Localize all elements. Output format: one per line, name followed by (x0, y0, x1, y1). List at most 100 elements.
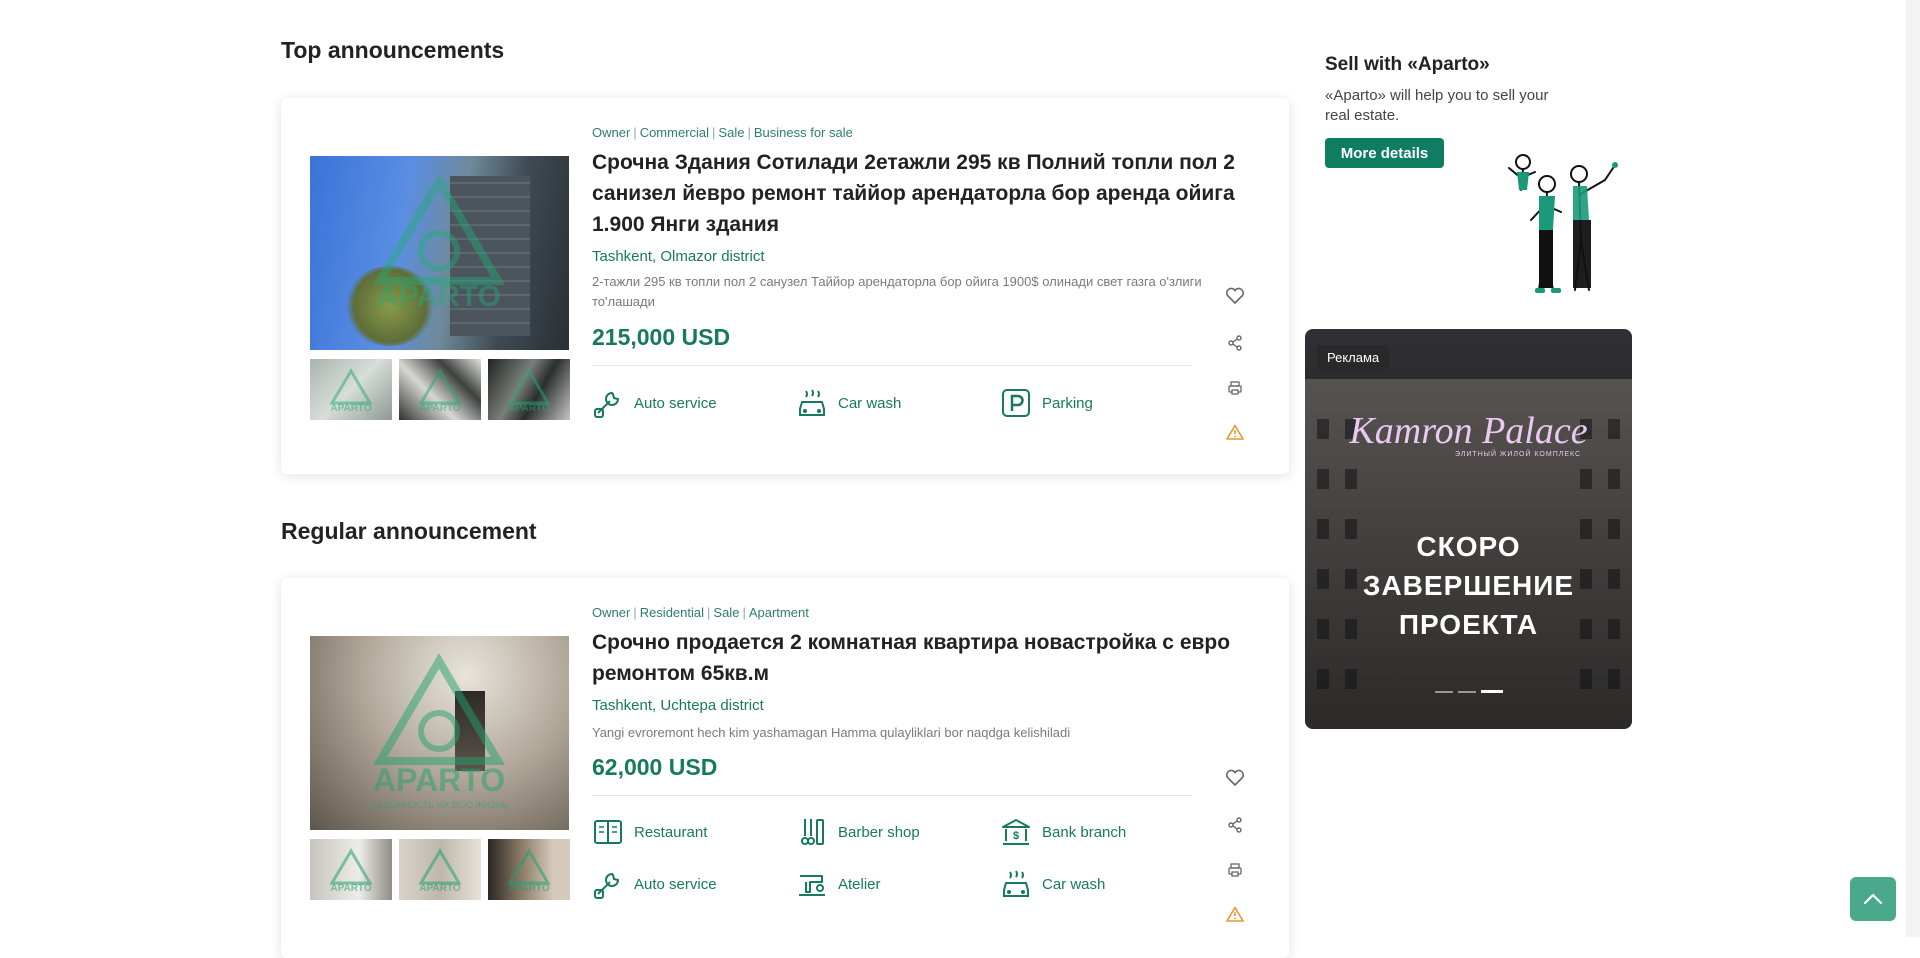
listing-thumbnail[interactable]: APARTO (310, 359, 392, 420)
tag-category[interactable]: Residential (640, 605, 704, 620)
listing-title[interactable]: Срочна Здания Сотилади 2етажли 295 кв По… (592, 147, 1257, 240)
tag-owner[interactable]: Owner (592, 605, 630, 620)
advertisement-banner[interactable]: Реклама Kamron Palace ЭЛИТНЫЙ ЖИЛОЙ КОМП… (1305, 329, 1632, 729)
listing-location: Tashkent, Uchtepa district (592, 697, 764, 714)
amenity-auto-service: Auto service (592, 387, 717, 419)
amenity-car-wash: Car wash (796, 387, 901, 419)
listing-card[interactable]: APARTO APARTO APARTO APARTO Owner | Commer… (281, 98, 1289, 474)
svg-text:APARTO: APARTO (508, 403, 550, 414)
print-button[interactable] (1223, 858, 1247, 882)
listing-thumbnail[interactable]: APARTO (488, 359, 570, 420)
bank-icon: $ (1002, 819, 1030, 845)
vertical-scrollbar[interactable] (1906, 0, 1920, 937)
wrench-icon (594, 872, 620, 899)
amenity-label: Bank branch (1042, 823, 1127, 841)
ad-slide-indicator-3[interactable] (1481, 690, 1503, 693)
favorite-button[interactable] (1223, 766, 1247, 790)
listing-thumbnail[interactable]: APARTO (310, 839, 392, 900)
ad-badge: Реклама (1317, 345, 1390, 370)
warning-icon (1226, 906, 1244, 922)
scroll-to-top-button[interactable] (1850, 877, 1896, 921)
watermark-logo: APARTO (507, 368, 551, 414)
tag-owner[interactable]: Owner (592, 125, 630, 140)
print-icon (1228, 863, 1242, 877)
parking-icon (1002, 389, 1030, 417)
wrench-icon (594, 391, 620, 418)
amenity-label: Car wash (1042, 875, 1106, 893)
more-details-button[interactable]: More details (1325, 138, 1444, 168)
listing-divider (592, 795, 1192, 796)
listing-divider (592, 365, 1192, 366)
amenity-atelier: Atelier (796, 868, 881, 900)
amenity-label: Auto service (634, 394, 717, 412)
tag-deal-type[interactable]: Sale (718, 125, 744, 140)
sewing-machine-icon (799, 875, 825, 896)
listing-thumbnail[interactable]: APARTO (488, 839, 570, 900)
ad-slide-indicator-2[interactable] (1458, 691, 1476, 693)
tag-deal-type[interactable]: Sale (713, 605, 739, 620)
print-icon (1228, 381, 1242, 395)
listing-price: 62,000 USD (592, 754, 718, 780)
amenity-parking: Parking (1000, 387, 1093, 419)
svg-text:НАДЁЖНОСТЬ НА ВСЮ ЖИЗНЬ: НАДЁЖНОСТЬ НА ВСЮ ЖИЗНЬ (370, 800, 508, 810)
listing-title[interactable]: Срочно продается 2 комнатная квартира но… (592, 627, 1257, 689)
promo-text: «Aparto» will help you to sell your real… (1325, 87, 1549, 124)
svg-text:$: $ (1013, 830, 1019, 842)
watermark-logo: APARTO (329, 848, 373, 894)
favorite-button[interactable] (1223, 284, 1247, 308)
amenity-car-wash: Car wash (1000, 868, 1105, 900)
svg-text:APARTO: APARTO (330, 883, 372, 894)
top-announcements-heading: Top announcements (281, 37, 505, 63)
regular-announcement-heading: Regular announcement (281, 518, 537, 544)
listing-thumbnail[interactable]: APARTO (399, 839, 481, 900)
amenity-auto-service: Auto service (592, 868, 717, 900)
listing-main-photo[interactable]: APARTO (310, 156, 569, 350)
tag-property-type[interactable]: Business for sale (754, 125, 853, 140)
listing-thumbnail[interactable]: APARTO (399, 359, 481, 420)
ad-headline-line2: ЗАВЕРШЕНИЕ (1362, 570, 1575, 601)
watermark-logo: APARTO (418, 848, 462, 894)
watermark-logo: APARTO (418, 368, 462, 414)
watermark-logo: APARTO (372, 173, 506, 313)
amenity-label: Car wash (838, 394, 902, 412)
svg-text:APARTO: APARTO (330, 403, 372, 414)
ad-headline-line3: ПРОЕКТА (1398, 609, 1539, 640)
tag-property-type[interactable]: Apartment (749, 605, 809, 620)
amenity-bank-branch: $ Bank branch (1000, 816, 1126, 848)
listing-tags: Owner | Residential | Sale | Apartment (592, 605, 809, 620)
listing-description: 2-тажли 295 кв топли пол 2 санузел Таййо… (592, 274, 1202, 309)
svg-text:APARTO: APARTO (419, 403, 461, 414)
print-button[interactable] (1223, 376, 1247, 400)
listing-price: 215,000 USD (592, 324, 731, 350)
listing-location: Tashkent, Olmazor district (592, 248, 765, 265)
chevron-up-icon (1863, 893, 1883, 905)
amenity-label: Parking (1042, 394, 1093, 412)
svg-text:APARTO: APARTO (377, 280, 501, 313)
car-wash-icon (799, 389, 825, 416)
ad-slide-indicator-1[interactable] (1435, 691, 1453, 693)
share-button[interactable] (1223, 813, 1247, 837)
listing-card[interactable]: APARTO НАДЁЖНОСТЬ НА ВСЮ ЖИЗНЬ APARTO AP… (281, 578, 1289, 958)
amenity-label: Barber shop (838, 823, 920, 841)
watermark-logo: APARTO (507, 848, 551, 894)
amenity-restaurant: Restaurant (592, 816, 707, 848)
svg-text:APARTO: APARTO (508, 883, 550, 894)
listing-description: Yangi evroremont hech kim yashamagan Ham… (592, 725, 1071, 740)
warning-icon (1226, 424, 1244, 440)
promo-title: Sell with «Aparto» (1325, 54, 1490, 75)
share-icon (1228, 335, 1242, 351)
ad-brand: Kamron Palace (1349, 410, 1588, 452)
tag-category[interactable]: Commercial (640, 125, 709, 140)
heart-icon (1225, 287, 1245, 305)
report-button[interactable] (1223, 420, 1247, 444)
watermark-logo: APARTO НАДЁЖНОСТЬ НА ВСЮ ЖИЗНЬ (370, 653, 508, 810)
heart-icon (1225, 769, 1245, 787)
svg-text:APARTO: APARTO (373, 762, 505, 798)
listing-main-photo[interactable]: APARTO НАДЁЖНОСТЬ НА ВСЮ ЖИЗНЬ (310, 636, 569, 830)
share-button[interactable] (1223, 331, 1247, 355)
ad-headline-line1: СКОРО (1416, 531, 1521, 562)
share-icon (1228, 817, 1242, 833)
ad-background (1305, 329, 1632, 729)
report-button[interactable] (1223, 902, 1247, 926)
watermark-logo: APARTO (329, 368, 373, 414)
